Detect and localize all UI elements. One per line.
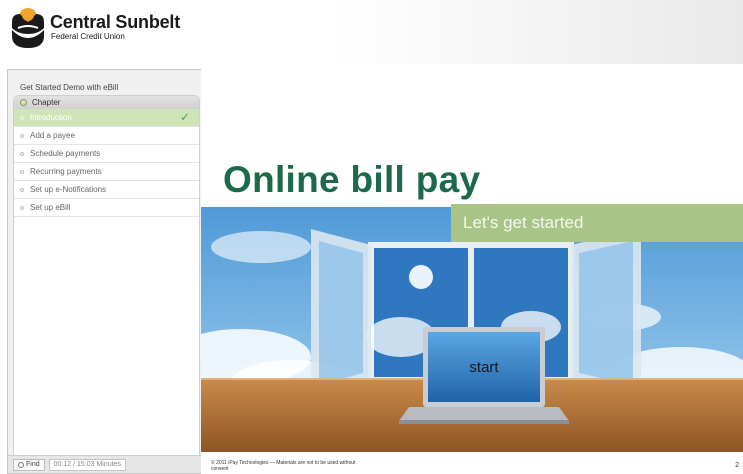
chapter-item-label: Introduction [30, 113, 72, 122]
chapter-item-label: Recurring payments [30, 167, 102, 176]
chapter-panel: Chapter Introduction ✓ Add a payee Sched… [13, 95, 200, 457]
window-scene-image [201, 207, 743, 452]
sun-logo-icon [12, 8, 44, 48]
start-button[interactable]: start [428, 332, 540, 402]
chapter-item-schedule-payments[interactable]: Schedule payments [14, 145, 199, 163]
brand-subtitle: Federal Credit Union [51, 32, 125, 41]
chapter-item-add-payee[interactable]: Add a payee [14, 127, 199, 145]
copyright-text: © 2011 iPay Technologies — Materials are… [211, 460, 356, 472]
start-label: start [469, 358, 499, 376]
sidebar-footer: Find 00:12 / 15:03 Minutes [8, 455, 202, 473]
subtitle-band: Let's get started [451, 204, 743, 242]
slide-title: Online bill pay [223, 159, 481, 200]
chapter-item-recurring-payments[interactable]: Recurring payments [14, 163, 199, 181]
app-header: Central Sunbelt Federal Credit Union [0, 0, 743, 64]
find-label: Find [26, 461, 40, 468]
chapter-item-label: Add a payee [30, 131, 75, 140]
slide-area: Online bill pay Let's get started start … [201, 69, 743, 474]
bullet-icon [20, 205, 24, 210]
bullet-icon [20, 169, 24, 174]
chapter-header[interactable]: Chapter [14, 96, 199, 109]
page-number: 2 [735, 462, 739, 469]
sidebar: Get Started Demo with eBill Chapter Intr… [7, 69, 202, 474]
sidebar-title: Get Started Demo with eBill [20, 83, 119, 92]
chapter-item-ebill[interactable]: Set up eBill [14, 199, 199, 217]
chapter-label: Chapter [32, 98, 61, 107]
checkmark-icon: ✓ [179, 110, 190, 124]
find-button[interactable]: Find [13, 458, 45, 471]
chapter-item-label: Set up e-Notifications [30, 185, 107, 194]
chapter-item-label: Set up eBill [30, 203, 71, 212]
time-display: 00:12 / 15:03 Minutes [48, 458, 126, 471]
bullet-icon [20, 187, 24, 192]
chapter-item-introduction[interactable]: Introduction ✓ [14, 109, 199, 127]
chapter-item-e-notifications[interactable]: Set up e-Notifications [14, 181, 199, 199]
search-icon [18, 461, 24, 468]
bullet-icon [20, 133, 24, 138]
chapter-item-label: Schedule payments [30, 149, 101, 158]
brand-name: Central Sunbelt [50, 12, 181, 32]
bullet-icon [20, 115, 24, 120]
chapter-ring-icon [20, 99, 27, 106]
bullet-icon [20, 151, 24, 156]
